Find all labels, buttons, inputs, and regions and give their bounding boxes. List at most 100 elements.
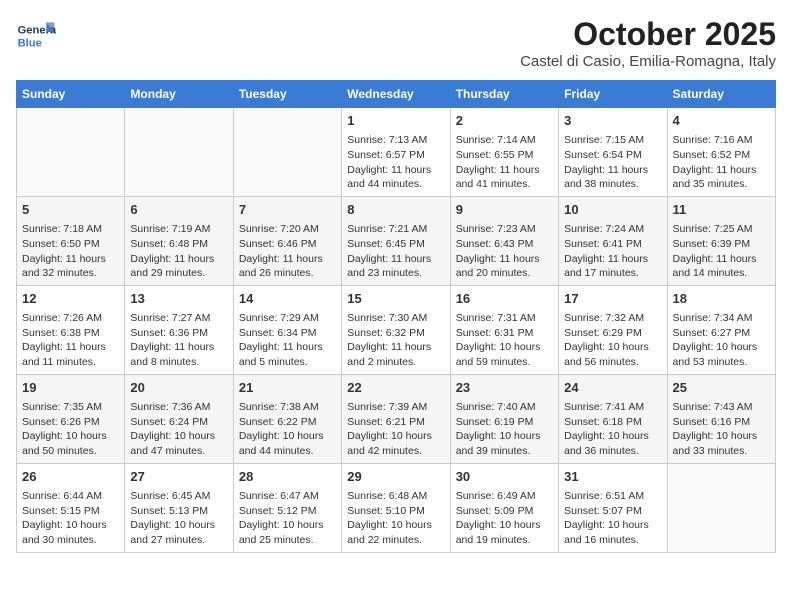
page-header: General Blue October 2025 Castel di Casi… — [16, 16, 776, 70]
day-info: Sunrise: 7:32 AM Sunset: 6:29 PM Dayligh… — [564, 311, 661, 370]
day-number: 30 — [456, 468, 553, 486]
day-number: 25 — [673, 379, 770, 397]
day-number: 4 — [673, 112, 770, 130]
col-monday: Monday — [125, 81, 233, 108]
day-number: 11 — [673, 201, 770, 219]
day-info: Sunrise: 7:24 AM Sunset: 6:41 PM Dayligh… — [564, 222, 661, 281]
day-number: 2 — [456, 112, 553, 130]
day-info: Sunrise: 7:40 AM Sunset: 6:19 PM Dayligh… — [456, 400, 553, 459]
location: Castel di Casio, Emilia-Romagna, Italy — [520, 53, 776, 70]
day-cell: 8Sunrise: 7:21 AM Sunset: 6:45 PM Daylig… — [342, 196, 450, 285]
day-number: 8 — [347, 201, 444, 219]
week-row-5: 26Sunrise: 6:44 AM Sunset: 5:15 PM Dayli… — [17, 463, 776, 552]
day-cell: 4 Sunrise: 7:16 AM Sunset: 6:52 PM Daylig… — [667, 108, 775, 197]
day-number: 15 — [347, 290, 444, 308]
day-info: Sunrise: 7:29 AM Sunset: 6:34 PM Dayligh… — [239, 311, 336, 370]
col-thursday: Thursday — [450, 81, 558, 108]
logo: General Blue — [16, 16, 60, 56]
col-sunday: Sunday — [17, 81, 125, 108]
week-row-2: 5 Sunrise: 7:18 AM Sunset: 6:50 PM Daylig… — [17, 196, 776, 285]
month-title: October 2025 — [520, 16, 776, 53]
day-cell: 21 Sunrise: 7:38 AM Sunset: 6:22 PM Dayli… — [233, 374, 341, 463]
day-cell: 12 Sunrise: 7:26 AM Sunset: 6:38 PM Dayli… — [17, 285, 125, 374]
day-number: 10 — [564, 201, 661, 219]
day-info: Sunrise: 7:41 AM Sunset: 6:18 PM Dayligh… — [564, 400, 661, 459]
day-info: Sunrise: 7:38 AM Sunset: 6:22 PM Dayligh… — [239, 400, 336, 459]
day-cell — [17, 108, 125, 197]
day-cell — [125, 108, 233, 197]
day-number: 7 — [239, 201, 336, 219]
day-number: 5 — [22, 201, 119, 219]
day-cell: 11 Sunrise: 7:25 AM Sunset: 6:39 PM Dayli… — [667, 196, 775, 285]
day-cell: 27Sunrise: 6:45 AM Sunset: 5:13 PM Dayli… — [125, 463, 233, 552]
header-row: Sunday Monday Tuesday Wednesday Thursday… — [17, 81, 776, 108]
day-info: Sunrise: 7:13 AM Sunset: 6:57 PM Dayligh… — [347, 133, 444, 192]
day-cell: 25 Sunrise: 7:43 AM Sunset: 6:16 PM Dayli… — [667, 374, 775, 463]
week-row-3: 12 Sunrise: 7:26 AM Sunset: 6:38 PM Dayli… — [17, 285, 776, 374]
day-number: 3 — [564, 112, 661, 130]
day-cell: 3 Sunrise: 7:15 AM Sunset: 6:54 PM Daylig… — [559, 108, 667, 197]
day-info: Sunrise: 7:36 AM Sunset: 6:24 PM Dayligh… — [130, 400, 227, 459]
col-wednesday: Wednesday — [342, 81, 450, 108]
day-cell: 5 Sunrise: 7:18 AM Sunset: 6:50 PM Daylig… — [17, 196, 125, 285]
day-cell — [667, 463, 775, 552]
day-number: 29 — [347, 468, 444, 486]
day-number: 23 — [456, 379, 553, 397]
col-friday: Friday — [559, 81, 667, 108]
day-number: 17 — [564, 290, 661, 308]
day-cell: 24 Sunrise: 7:41 AM Sunset: 6:18 PM Dayli… — [559, 374, 667, 463]
day-cell: 14Sunrise: 7:29 AM Sunset: 6:34 PM Dayli… — [233, 285, 341, 374]
week-row-4: 19 Sunrise: 7:35 AM Sunset: 6:26 PM Dayli… — [17, 374, 776, 463]
day-info: Sunrise: 7:15 AM Sunset: 6:54 PM Dayligh… — [564, 133, 661, 192]
day-cell: 23 Sunrise: 7:40 AM Sunset: 6:19 PM Dayli… — [450, 374, 558, 463]
day-cell: 30 Sunrise: 6:49 AM Sunset: 5:09 PM Dayli… — [450, 463, 558, 552]
day-number: 12 — [22, 290, 119, 308]
day-cell: 31Sunrise: 6:51 AM Sunset: 5:07 PM Dayli… — [559, 463, 667, 552]
day-info: Sunrise: 6:49 AM Sunset: 5:09 PM Dayligh… — [456, 489, 553, 548]
day-number: 20 — [130, 379, 227, 397]
day-number: 6 — [130, 201, 227, 219]
day-cell: 20 Sunrise: 7:36 AM Sunset: 6:24 PM Dayli… — [125, 374, 233, 463]
day-cell: 29 Sunrise: 6:48 AM Sunset: 5:10 PM Dayli… — [342, 463, 450, 552]
day-number: 21 — [239, 379, 336, 397]
day-cell: 13Sunrise: 7:27 AM Sunset: 6:36 PM Dayli… — [125, 285, 233, 374]
day-info: Sunrise: 7:20 AM Sunset: 6:46 PM Dayligh… — [239, 222, 336, 281]
day-number: 9 — [456, 201, 553, 219]
day-info: Sunrise: 6:47 AM Sunset: 5:12 PM Dayligh… — [239, 489, 336, 548]
day-number: 28 — [239, 468, 336, 486]
day-number: 26 — [22, 468, 119, 486]
day-cell: 2 Sunrise: 7:14 AM Sunset: 6:55 PM Daylig… — [450, 108, 558, 197]
day-info: Sunrise: 6:48 AM Sunset: 5:10 PM Dayligh… — [347, 489, 444, 548]
title-area: October 2025 Castel di Casio, Emilia-Rom… — [520, 16, 776, 70]
day-cell: 16Sunrise: 7:31 AM Sunset: 6:31 PM Dayli… — [450, 285, 558, 374]
day-number: 24 — [564, 379, 661, 397]
day-info: Sunrise: 7:39 AM Sunset: 6:21 PM Dayligh… — [347, 400, 444, 459]
day-info: Sunrise: 7:16 AM Sunset: 6:52 PM Dayligh… — [673, 133, 770, 192]
logo-icon: General Blue — [16, 16, 56, 56]
day-cell: 22 Sunrise: 7:39 AM Sunset: 6:21 PM Dayli… — [342, 374, 450, 463]
day-number: 19 — [22, 379, 119, 397]
day-info: Sunrise: 7:14 AM Sunset: 6:55 PM Dayligh… — [456, 133, 553, 192]
day-info: Sunrise: 7:43 AM Sunset: 6:16 PM Dayligh… — [673, 400, 770, 459]
day-info: Sunrise: 7:31 AM Sunset: 6:31 PM Dayligh… — [456, 311, 553, 370]
day-info: Sunrise: 7:18 AM Sunset: 6:50 PM Dayligh… — [22, 222, 119, 281]
day-info: Sunrise: 7:26 AM Sunset: 6:38 PM Dayligh… — [22, 311, 119, 370]
col-saturday: Saturday — [667, 81, 775, 108]
day-info: Sunrise: 7:30 AM Sunset: 6:32 PM Dayligh… — [347, 311, 444, 370]
day-cell — [233, 108, 341, 197]
day-cell: 17 Sunrise: 7:32 AM Sunset: 6:29 PM Dayli… — [559, 285, 667, 374]
day-info: Sunrise: 6:45 AM Sunset: 5:13 PM Dayligh… — [130, 489, 227, 548]
day-info: Sunrise: 7:25 AM Sunset: 6:39 PM Dayligh… — [673, 222, 770, 281]
day-cell: 18Sunrise: 7:34 AM Sunset: 6:27 PM Dayli… — [667, 285, 775, 374]
day-number: 22 — [347, 379, 444, 397]
day-cell: 28 Sunrise: 6:47 AM Sunset: 5:12 PM Dayli… — [233, 463, 341, 552]
day-cell: 26Sunrise: 6:44 AM Sunset: 5:15 PM Dayli… — [17, 463, 125, 552]
svg-text:Blue: Blue — [18, 37, 42, 49]
day-info: Sunrise: 7:35 AM Sunset: 6:26 PM Dayligh… — [22, 400, 119, 459]
day-number: 1 — [347, 112, 444, 130]
day-cell: 1 Sunrise: 7:13 AM Sunset: 6:57 PM Daylig… — [342, 108, 450, 197]
day-cell: 7 Sunrise: 7:20 AM Sunset: 6:46 PM Daylig… — [233, 196, 341, 285]
col-tuesday: Tuesday — [233, 81, 341, 108]
day-info: Sunrise: 7:23 AM Sunset: 6:43 PM Dayligh… — [456, 222, 553, 281]
day-cell: 19 Sunrise: 7:35 AM Sunset: 6:26 PM Dayli… — [17, 374, 125, 463]
